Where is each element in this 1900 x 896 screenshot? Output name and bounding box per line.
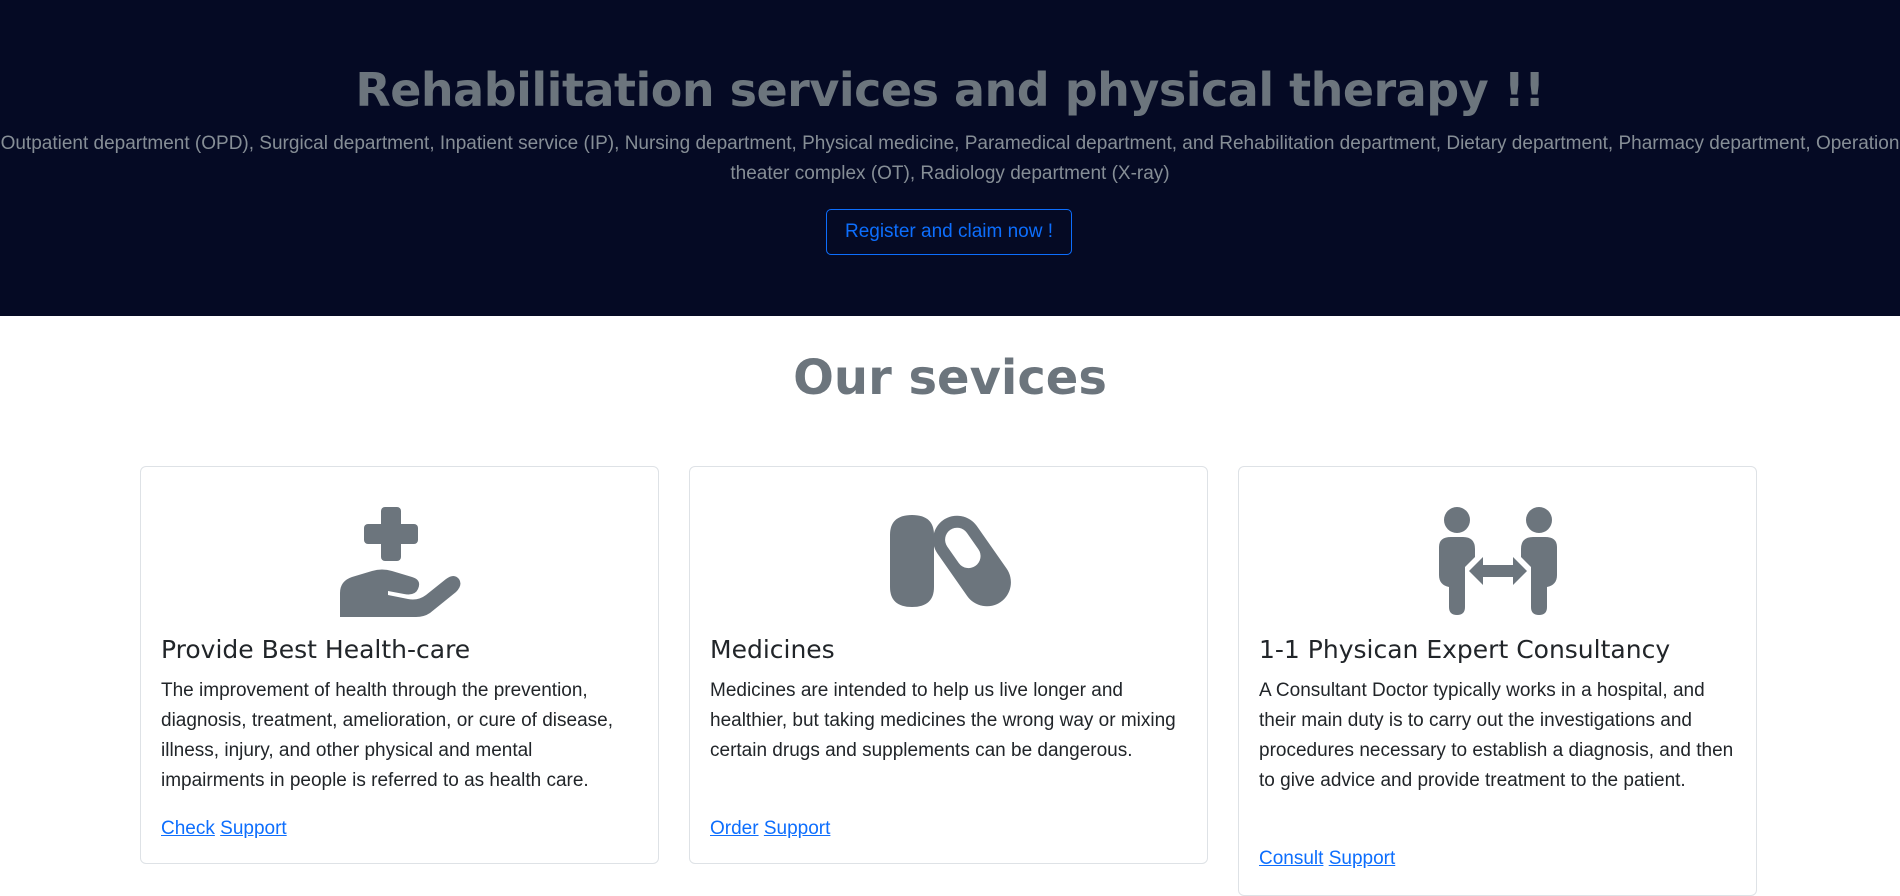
register-claim-button[interactable]: Register and claim now ! [826, 209, 1072, 255]
hero-banner: Rehabilitation services and physical the… [0, 0, 1900, 316]
card-title: Provide Best Health-care [161, 635, 471, 664]
consult-link[interactable]: Consult [1259, 848, 1323, 869]
people-arrows-icon [1239, 505, 1756, 617]
services-title: Our sevices [793, 350, 1107, 406]
pills-icon [690, 505, 1207, 617]
hero-description: Outpatient department (OPD), Surgical de… [0, 133, 1900, 184]
check-link[interactable]: Check [161, 818, 215, 839]
service-card-consultancy: 1-1 Physican Expert Consultancy A Consul… [1238, 466, 1757, 896]
card-title: Medicines [710, 635, 835, 664]
support-link[interactable]: Support [1329, 848, 1396, 869]
support-link[interactable]: Support [220, 818, 287, 839]
support-link[interactable]: Support [764, 818, 831, 839]
hand-holding-medical-icon [141, 505, 658, 617]
card-title: 1-1 Physican Expert Consultancy [1259, 635, 1671, 664]
card-text: The improvement of health through the pr… [161, 680, 614, 791]
service-card-healthcare: Provide Best Health-care The improvement… [140, 466, 659, 864]
hero-title: Rehabilitation services and physical the… [355, 63, 1545, 117]
service-card-medicines: Medicines Medicines are intended to help… [689, 466, 1208, 864]
card-links: Check Support [161, 814, 287, 844]
card-text: Medicines are intended to help us live l… [710, 680, 1176, 761]
order-link[interactable]: Order [710, 818, 759, 839]
card-links: Order Support [710, 814, 830, 844]
card-links: Consult Support [1259, 844, 1395, 874]
card-text: A Consultant Doctor typically works in a… [1259, 680, 1734, 791]
